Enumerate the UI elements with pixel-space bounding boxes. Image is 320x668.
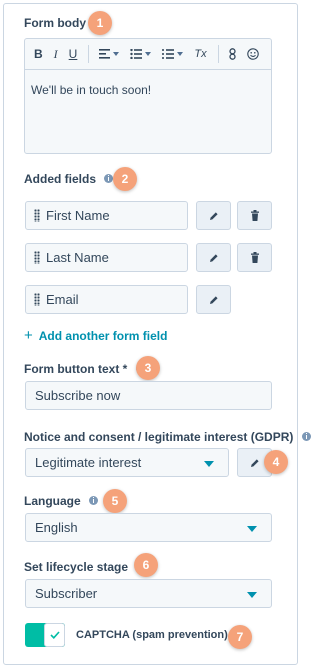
underline-button[interactable]: U [69, 44, 78, 64]
toggle-knob [44, 623, 65, 647]
info-icon[interactable] [104, 174, 114, 184]
pencil-icon [209, 253, 218, 262]
field-label: First Name [46, 208, 110, 223]
added-fields-label: Added fields [24, 172, 114, 186]
lifecycle-stage-value: Subscriber [35, 586, 98, 601]
language-select[interactable]: English [25, 513, 272, 542]
delete-field-button[interactable] [237, 243, 272, 272]
drag-handle-icon[interactable] [34, 251, 40, 264]
numbered-list-dropdown[interactable] [162, 44, 184, 64]
chevron-down-icon [145, 52, 152, 56]
callout-badge-2: 2 [113, 167, 137, 191]
toolbar-divider [88, 45, 90, 63]
form-button-text-label-text: Form button text * [24, 362, 128, 376]
edit-field-button[interactable] [196, 285, 231, 314]
dropdown-arrow-icon [204, 461, 214, 467]
language-label: Language [24, 494, 99, 508]
toolbar-divider [217, 45, 219, 63]
form-field-email[interactable]: Email [25, 285, 188, 314]
consent-label-text: Notice and consent / legitimate interest… [24, 430, 294, 444]
pencil-icon [209, 295, 218, 304]
info-icon[interactable] [89, 496, 99, 506]
chevron-down-icon [177, 52, 184, 56]
consent-value: Legitimate interest [35, 455, 142, 470]
form-field-first-name[interactable]: First Name [25, 201, 188, 230]
form-field-last-name[interactable]: Last Name [25, 243, 188, 272]
callout-badge-7: 7 [228, 625, 252, 649]
captcha-toggle[interactable] [25, 623, 65, 647]
add-form-field-link[interactable]: + Add another form field [24, 327, 167, 344]
consent-select[interactable]: Legitimate interest [25, 448, 229, 477]
captcha-label: CAPTCHA (spam prevention) [76, 629, 228, 641]
edit-field-button[interactable] [196, 201, 231, 230]
pencil-icon [209, 211, 218, 220]
rich-text-toolbar: B I U Tx [25, 39, 271, 70]
language-value: English [35, 520, 78, 535]
info-icon[interactable] [301, 432, 311, 442]
emoji-button[interactable] [246, 44, 259, 64]
italic-button[interactable]: I [54, 44, 58, 64]
edit-field-button[interactable] [196, 243, 231, 272]
link-button[interactable] [228, 44, 236, 64]
align-left-icon [99, 49, 111, 59]
clear-formatting-button[interactable]: Tx [194, 44, 206, 64]
callout-badge-1: 1 [88, 11, 112, 35]
delete-field-button[interactable] [237, 201, 272, 230]
callout-badge-4: 4 [264, 450, 288, 474]
plus-icon: + [24, 327, 33, 344]
form-button-text-value: Subscribe now [35, 388, 121, 403]
chevron-down-icon [113, 52, 120, 56]
bold-button[interactable]: B [34, 44, 43, 64]
dropdown-arrow-icon [247, 526, 257, 532]
smiley-icon [246, 48, 259, 60]
dropdown-arrow-icon [247, 592, 257, 598]
form-body-editor: B I U Tx We'll be in touch soon! [24, 38, 272, 154]
callout-badge-6: 6 [134, 553, 158, 577]
form-body-label: Form body [24, 16, 86, 30]
link-icon [228, 48, 236, 60]
trash-icon [250, 252, 259, 263]
drag-handle-icon[interactable] [34, 209, 40, 222]
bulleted-list-icon [130, 49, 143, 59]
form-button-text-label: Form button text * [24, 362, 145, 376]
field-label: Email [46, 292, 79, 307]
added-fields-label-text: Added fields [24, 172, 97, 186]
align-dropdown[interactable] [99, 44, 120, 64]
lifecycle-stage-label-text: Set lifecycle stage [24, 560, 129, 574]
consent-label: Notice and consent / legitimate interest… [24, 430, 311, 444]
callout-badge-3: 3 [136, 356, 160, 380]
numbered-list-icon [162, 49, 175, 59]
drag-handle-icon[interactable] [34, 293, 40, 306]
field-label: Last Name [46, 250, 109, 265]
lifecycle-stage-select[interactable]: Subscriber [25, 579, 272, 608]
checkmark-icon [49, 631, 60, 639]
pencil-icon [250, 458, 259, 467]
lifecycle-stage-label: Set lifecycle stage [24, 560, 146, 574]
trash-icon [250, 210, 259, 221]
form-button-text-input[interactable]: Subscribe now [25, 381, 272, 410]
form-body-text[interactable]: We'll be in touch soon! [25, 70, 271, 110]
callout-badge-5: 5 [103, 489, 127, 513]
language-label-text: Language [24, 494, 81, 508]
bulleted-list-dropdown[interactable] [130, 44, 152, 64]
add-form-field-label: Add another form field [38, 328, 168, 343]
